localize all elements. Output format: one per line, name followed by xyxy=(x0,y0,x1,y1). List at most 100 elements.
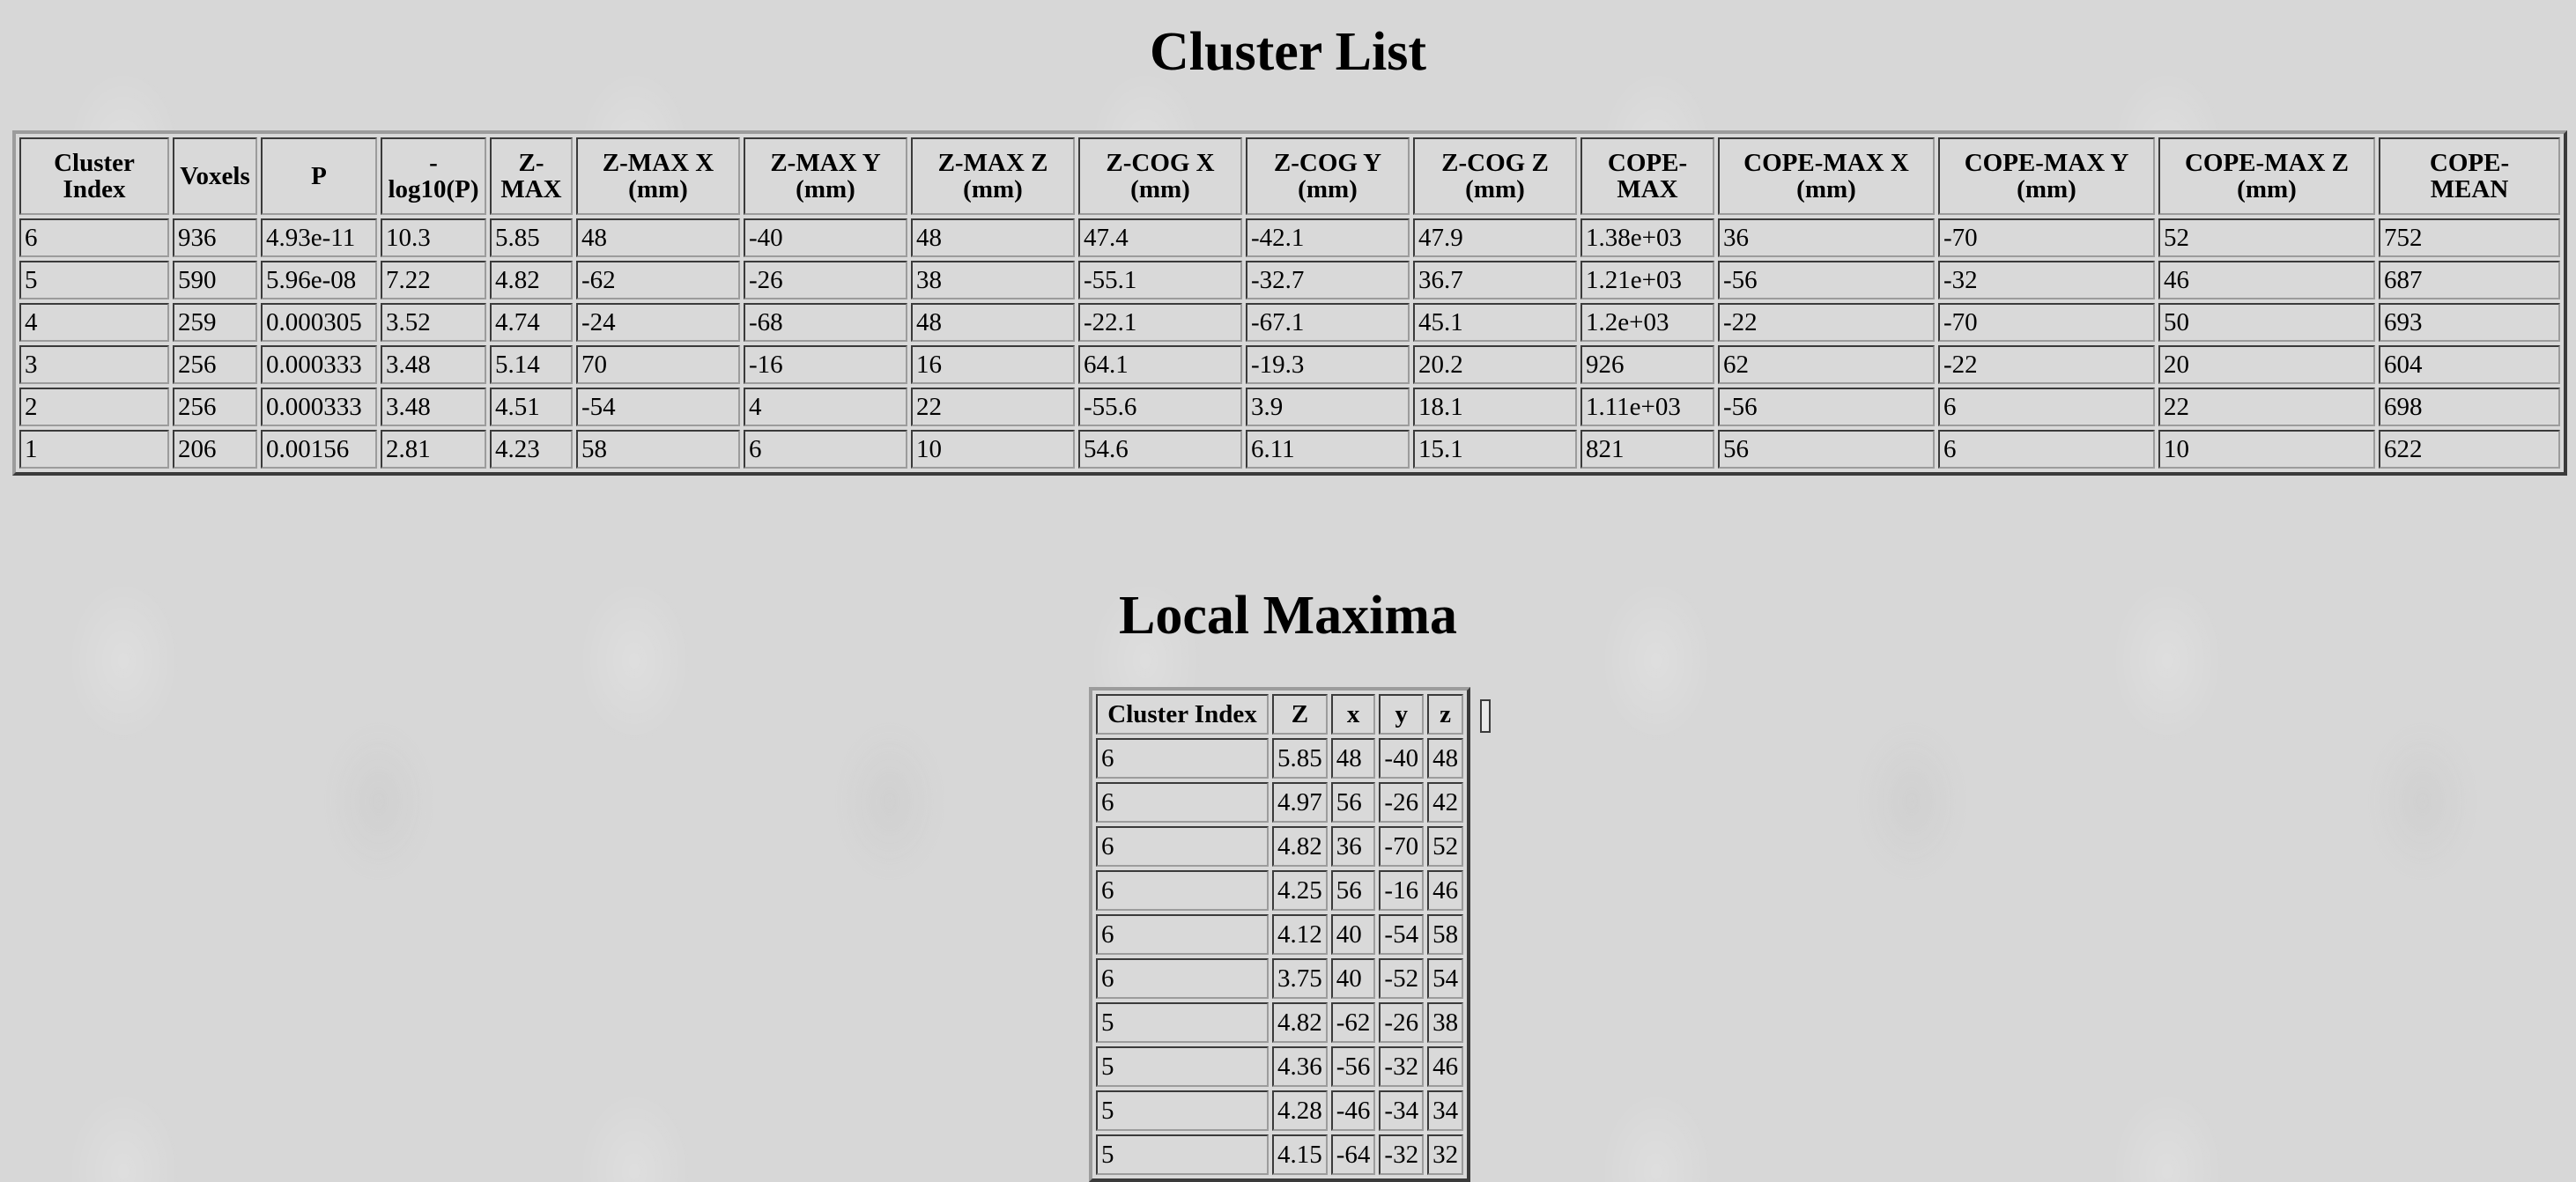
table-cell: -56 xyxy=(1718,261,1935,299)
table-cell: 20 xyxy=(2158,345,2375,384)
table-cell: -54 xyxy=(576,388,740,426)
table-cell: 6 xyxy=(744,430,907,469)
table-cell: 10.3 xyxy=(381,218,486,257)
maxima-row: 6 4.82 36 -70 52 xyxy=(1096,826,1464,867)
table-cell: -22 xyxy=(1938,345,2155,384)
table-cell: 22 xyxy=(911,388,1075,426)
header-cope-max-x: COPE-MAX X (mm) xyxy=(1718,137,1935,215)
table-cell: 0.000333 xyxy=(261,388,377,426)
cluster-row: 4 259 0.000305 3.52 4.74 -24 -68 48 -22.1 -67.1 45… xyxy=(19,303,2560,342)
table-cell: 40 xyxy=(1330,958,1376,999)
table-cell: -56 xyxy=(1718,388,1935,426)
table-scroll-indicator xyxy=(1480,699,1491,733)
cluster-row: 1 206 0.00156 2.81 4.23 58 6 10 54.6 6.11 15.1 821 5… xyxy=(19,430,2560,469)
table-cell: 0.000333 xyxy=(261,345,377,384)
header-z-cog-y: Z-COG Y (mm) xyxy=(1246,137,1410,215)
table-cell: 10 xyxy=(911,430,1075,469)
table-cell: 0.000305 xyxy=(261,303,377,342)
cluster-row: 2 256 0.000333 3.48 4.51 -54 4 22 -55.6 3.9 18.1 1.… xyxy=(19,388,2560,426)
table-cell: 46 xyxy=(1427,870,1464,911)
table-cell: 42 xyxy=(1427,782,1464,823)
table-cell: -32 xyxy=(1379,1046,1425,1087)
table-cell: -40 xyxy=(1379,738,1425,779)
table-cell: 6 xyxy=(1096,826,1269,867)
table-cell: 10 xyxy=(2158,430,2375,469)
table-cell: 1.21e+03 xyxy=(1580,261,1714,299)
table-cell: 47.4 xyxy=(1078,218,1242,257)
table-cell: -46 xyxy=(1330,1090,1376,1131)
maxima-row: 6 4.12 40 -54 58 xyxy=(1096,914,1464,955)
table-cell: 5 xyxy=(19,261,169,299)
table-cell: 15.1 xyxy=(1413,430,1577,469)
table-cell: 6 xyxy=(1938,430,2155,469)
table-cell: -32.7 xyxy=(1246,261,1410,299)
table-cell: -19.3 xyxy=(1246,345,1410,384)
table-cell: 34 xyxy=(1427,1090,1464,1131)
table-cell: 58 xyxy=(1427,914,1464,955)
cluster-row: 3 256 0.000333 3.48 5.14 70 -16 16 64.1 -19.3 20.2… xyxy=(19,345,2560,384)
table-cell: 622 xyxy=(2379,430,2560,469)
table-cell: -67.1 xyxy=(1246,303,1410,342)
table-cell: -70 xyxy=(1938,303,2155,342)
table-cell: 5.96e-08 xyxy=(261,261,377,299)
table-cell: 6 xyxy=(1096,870,1269,911)
table-cell: 48 xyxy=(576,218,740,257)
table-cell: 40 xyxy=(1330,914,1376,955)
table-cell: 698 xyxy=(2379,388,2560,426)
table-cell: 256 xyxy=(173,345,257,384)
table-cell: 206 xyxy=(173,430,257,469)
table-cell: 4.82 xyxy=(490,261,573,299)
header-z-cog-x: Z-COG X (mm) xyxy=(1078,137,1242,215)
table-cell: 20.2 xyxy=(1413,345,1577,384)
table-cell: 48 xyxy=(911,303,1075,342)
table-cell: 3.48 xyxy=(381,345,486,384)
header-maxima-z-value: Z xyxy=(1272,694,1328,735)
maxima-row: 5 4.36 -56 -32 46 xyxy=(1096,1046,1464,1087)
table-cell: 4.74 xyxy=(490,303,573,342)
header-maxima-z: z xyxy=(1427,694,1464,735)
table-cell: -26 xyxy=(1379,782,1425,823)
table-cell: 32 xyxy=(1427,1134,1464,1175)
table-cell: 926 xyxy=(1580,345,1714,384)
table-cell: 4.36 xyxy=(1272,1046,1328,1087)
table-cell: 54.6 xyxy=(1078,430,1242,469)
table-cell: 58 xyxy=(576,430,740,469)
table-cell: 56 xyxy=(1330,870,1376,911)
table-cell: -70 xyxy=(1938,218,2155,257)
table-cell: 4.12 xyxy=(1272,914,1328,955)
table-cell: 821 xyxy=(1580,430,1714,469)
header-cluster-index: Cluster Index xyxy=(19,137,169,215)
table-cell: 38 xyxy=(1427,1002,1464,1043)
table-cell: 6 xyxy=(1096,958,1269,999)
maxima-row: 5 4.28 -46 -34 34 xyxy=(1096,1090,1464,1131)
table-cell: 604 xyxy=(2379,345,2560,384)
table-cell: 4.97 xyxy=(1272,782,1328,823)
header-cope-max-z: COPE-MAX Z (mm) xyxy=(2158,137,2375,215)
table-cell: 752 xyxy=(2379,218,2560,257)
table-cell: 4.51 xyxy=(490,388,573,426)
table-cell: 4.82 xyxy=(1272,1002,1328,1043)
table-cell: -52 xyxy=(1379,958,1425,999)
local-maxima-title: Local Maxima xyxy=(1119,586,1457,646)
table-cell: -24 xyxy=(576,303,740,342)
table-cell: 5.85 xyxy=(1272,738,1328,779)
table-cell: 70 xyxy=(576,345,740,384)
table-cell: -22 xyxy=(1718,303,1935,342)
maxima-row: 5 4.82 -62 -26 38 xyxy=(1096,1002,1464,1043)
table-cell: -26 xyxy=(1379,1002,1425,1043)
table-cell: 6 xyxy=(1096,914,1269,955)
table-cell: -16 xyxy=(1379,870,1425,911)
header-cope-max: COPE- MAX xyxy=(1580,137,1714,215)
header-cope-mean: COPE- MEAN xyxy=(2379,137,2560,215)
table-cell: 590 xyxy=(173,261,257,299)
table-cell: 4.25 xyxy=(1272,870,1328,911)
table-cell: 52 xyxy=(2158,218,2375,257)
table-cell: -56 xyxy=(1330,1046,1376,1087)
table-cell: -40 xyxy=(744,218,907,257)
table-cell: -62 xyxy=(1330,1002,1376,1043)
table-cell: 693 xyxy=(2379,303,2560,342)
table-cell: 2 xyxy=(19,388,169,426)
table-cell: 256 xyxy=(173,388,257,426)
maxima-row: 6 5.85 48 -40 48 xyxy=(1096,738,1464,779)
header-maxima-x: x xyxy=(1330,694,1376,735)
